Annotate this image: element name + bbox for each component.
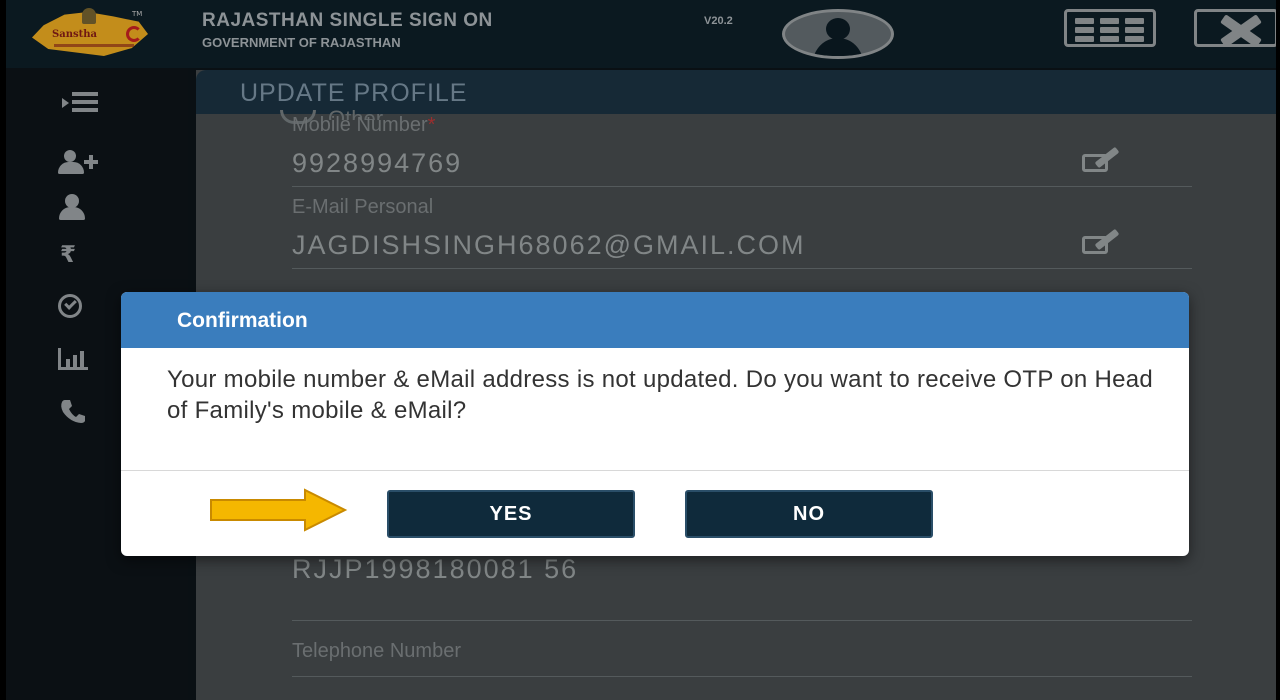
no-button[interactable]: NO [685, 490, 933, 538]
dialog-title: Confirmation [177, 309, 308, 332]
dialog-message: Your mobile number & eMail address is no… [167, 366, 1154, 424]
yes-button[interactable]: YES [387, 490, 635, 538]
dialog-header: Confirmation [121, 292, 1189, 348]
app-frame: TM Sanstha RAJASTHAN SINGLE SIGN ON V20.… [6, 0, 1276, 700]
arrow-pointer-icon [210, 488, 348, 532]
dialog-divider [121, 470, 1189, 471]
confirmation-dialog: Confirmation Your mobile number & eMail … [121, 292, 1189, 556]
